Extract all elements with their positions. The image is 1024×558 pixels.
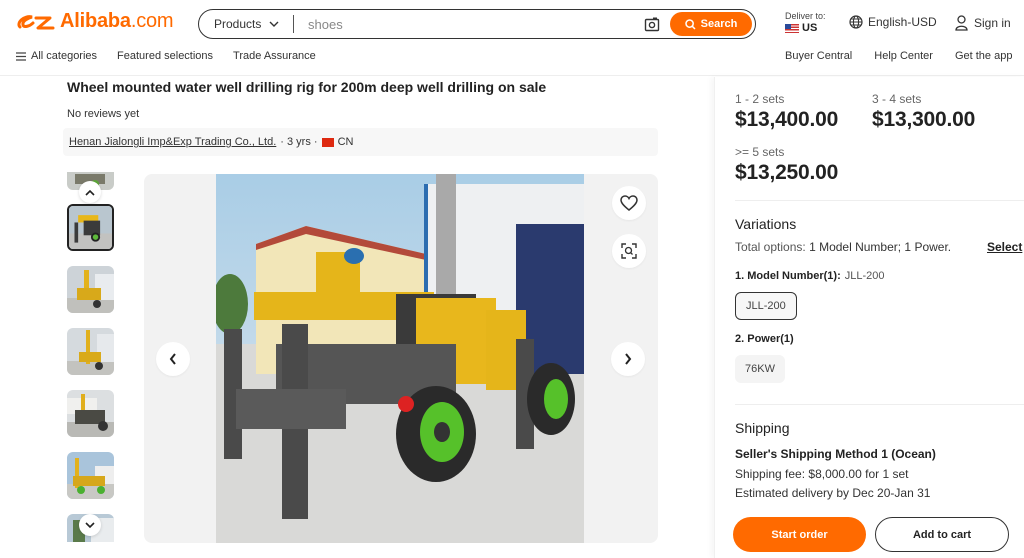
sign-in-link[interactable]: Sign in <box>955 15 1011 31</box>
price-tier-quantity: 1 - 2 sets <box>735 92 785 106</box>
nav-help-center[interactable]: Help Center <box>874 50 933 62</box>
thumbnail-item[interactable] <box>67 328 114 375</box>
price-tier-price: $13,400.00 <box>735 108 839 131</box>
power-label: 2. Power(1) <box>735 333 794 345</box>
variations-total-value: 1 Model Number; 1 Power. <box>809 240 952 254</box>
language-currency-selector[interactable]: English-USD <box>849 15 937 29</box>
site-header: Alibaba.com Products Search Deliver to: … <box>0 0 1024 76</box>
visual-search-icon <box>621 243 637 259</box>
logo-wordmark: Alibaba <box>60 10 131 32</box>
thumbnail-item[interactable] <box>67 390 114 437</box>
product-title: Wheel mounted water well drilling rig fo… <box>67 79 547 95</box>
language-label: English-USD <box>868 15 937 29</box>
chevron-left-icon <box>169 353 176 365</box>
sign-in-label: Sign in <box>974 16 1011 30</box>
nav-featured-selections-label: Featured selections <box>117 50 214 62</box>
variations-title: Variations <box>735 216 797 232</box>
nav-all-categories-label: All categories <box>31 50 98 62</box>
shipping-fee: Shipping fee: $8,000.00 for 1 set <box>735 467 909 481</box>
logo-suffix: .com <box>130 10 174 32</box>
price-tier-price: $13,250.00 <box>735 161 839 184</box>
deliver-to-selector[interactable]: Deliver to: US <box>785 11 826 34</box>
category-nav: All categories Featured selections Trade… <box>16 50 316 62</box>
nav-trade-assurance[interactable]: Trade Assurance <box>233 50 316 62</box>
chevron-down-icon <box>85 521 95 528</box>
shipping-method: Seller's Shipping Method 1 (Ocean) <box>735 447 936 461</box>
image-search-button[interactable] <box>612 234 646 268</box>
nav-get-the-app[interactable]: Get the app <box>955 50 1013 62</box>
price-tier-quantity: >= 5 sets <box>735 145 785 159</box>
power-option-chip[interactable]: 76KW <box>735 355 785 383</box>
model-option-chip[interactable]: JLL-200 <box>735 292 797 320</box>
china-flag-icon <box>321 137 334 147</box>
shipping-title: Shipping <box>735 420 790 436</box>
thumbnail-item[interactable] <box>67 452 114 499</box>
supplier-years: · 3 yrs · <box>280 136 318 148</box>
us-flag-icon <box>785 23 799 33</box>
model-number-label-text: 1. Model Number(1): <box>735 270 841 282</box>
camera-search-icon[interactable] <box>644 16 660 32</box>
search-icon <box>684 18 696 30</box>
menu-icon <box>16 51 26 61</box>
product-photo <box>216 174 584 543</box>
alibaba-logo[interactable]: Alibaba.com <box>14 10 174 33</box>
supplier-name-link[interactable]: Henan Jialongli Imp&Exp Trading Co., Ltd… <box>69 136 276 148</box>
search-bar: Products Search <box>198 9 756 39</box>
nav-all-categories[interactable]: All categories <box>16 50 97 62</box>
add-to-cart-button[interactable]: Add to cart <box>875 517 1009 552</box>
thumbnail-scroll-down-button[interactable] <box>79 514 101 536</box>
search-category-dropdown[interactable]: Products <box>199 17 293 31</box>
price-tier: 3 - 4 sets $13,300.00 <box>872 92 975 132</box>
alibaba-logo-icon <box>17 14 55 29</box>
model-number-label: 1. Model Number(1): JLL-200 <box>735 270 885 282</box>
nav-featured-selections[interactable]: Featured selections <box>117 50 213 62</box>
search-button[interactable]: Search <box>670 12 752 36</box>
start-order-button[interactable]: Start order <box>733 517 866 552</box>
previous-image-button[interactable] <box>156 342 190 376</box>
price-tier: >= 5 sets $13,250.00 <box>735 145 838 185</box>
thumbnail-scroll-up-button[interactable] <box>79 181 101 203</box>
price-tier: 1 - 2 sets $13,400.00 <box>735 92 838 132</box>
select-variations-link[interactable]: Select <box>987 240 1022 254</box>
chevron-up-icon <box>85 189 95 196</box>
section-divider <box>735 200 1024 201</box>
price-tier-price: $13,300.00 <box>872 108 976 131</box>
user-icon <box>955 15 968 31</box>
favorite-button[interactable] <box>612 186 646 220</box>
search-input[interactable] <box>294 16 644 32</box>
price-tier-quantity: 3 - 4 sets <box>872 92 922 106</box>
supplier-country: CN <box>337 136 354 148</box>
chevron-down-icon <box>269 21 279 27</box>
next-image-button[interactable] <box>611 342 645 376</box>
chevron-right-icon <box>625 353 632 365</box>
deliver-to-country: US <box>802 22 818 34</box>
variations-total: Total options: 1 Model Number; 1 Power. <box>735 240 951 254</box>
estimated-delivery: Estimated delivery by Dec 20-Jan 31 <box>735 486 931 500</box>
secondary-nav: Buyer Central Help Center Get the app <box>785 50 1012 62</box>
deliver-to-label: Deliver to: <box>785 11 826 21</box>
nav-trade-assurance-label: Trade Assurance <box>233 50 316 62</box>
order-panel: 1 - 2 sets $13,400.00 3 - 4 sets $13,300… <box>714 77 1024 558</box>
search-category-label: Products <box>214 17 262 31</box>
reviews-status: No reviews yet <box>67 108 140 120</box>
model-number-selected: JLL-200 <box>844 270 885 282</box>
heart-icon <box>620 195 638 211</box>
section-divider <box>735 404 1024 405</box>
thumbnail-item[interactable] <box>67 204 114 251</box>
search-button-label: Search <box>700 18 738 30</box>
main-product-image[interactable] <box>144 174 658 543</box>
thumbnail-item[interactable] <box>67 266 114 313</box>
supplier-bar: Henan Jialongli Imp&Exp Trading Co., Ltd… <box>63 128 658 156</box>
variations-total-prefix: Total options: <box>735 240 806 254</box>
nav-buyer-central[interactable]: Buyer Central <box>785 50 852 62</box>
globe-icon <box>849 15 863 29</box>
